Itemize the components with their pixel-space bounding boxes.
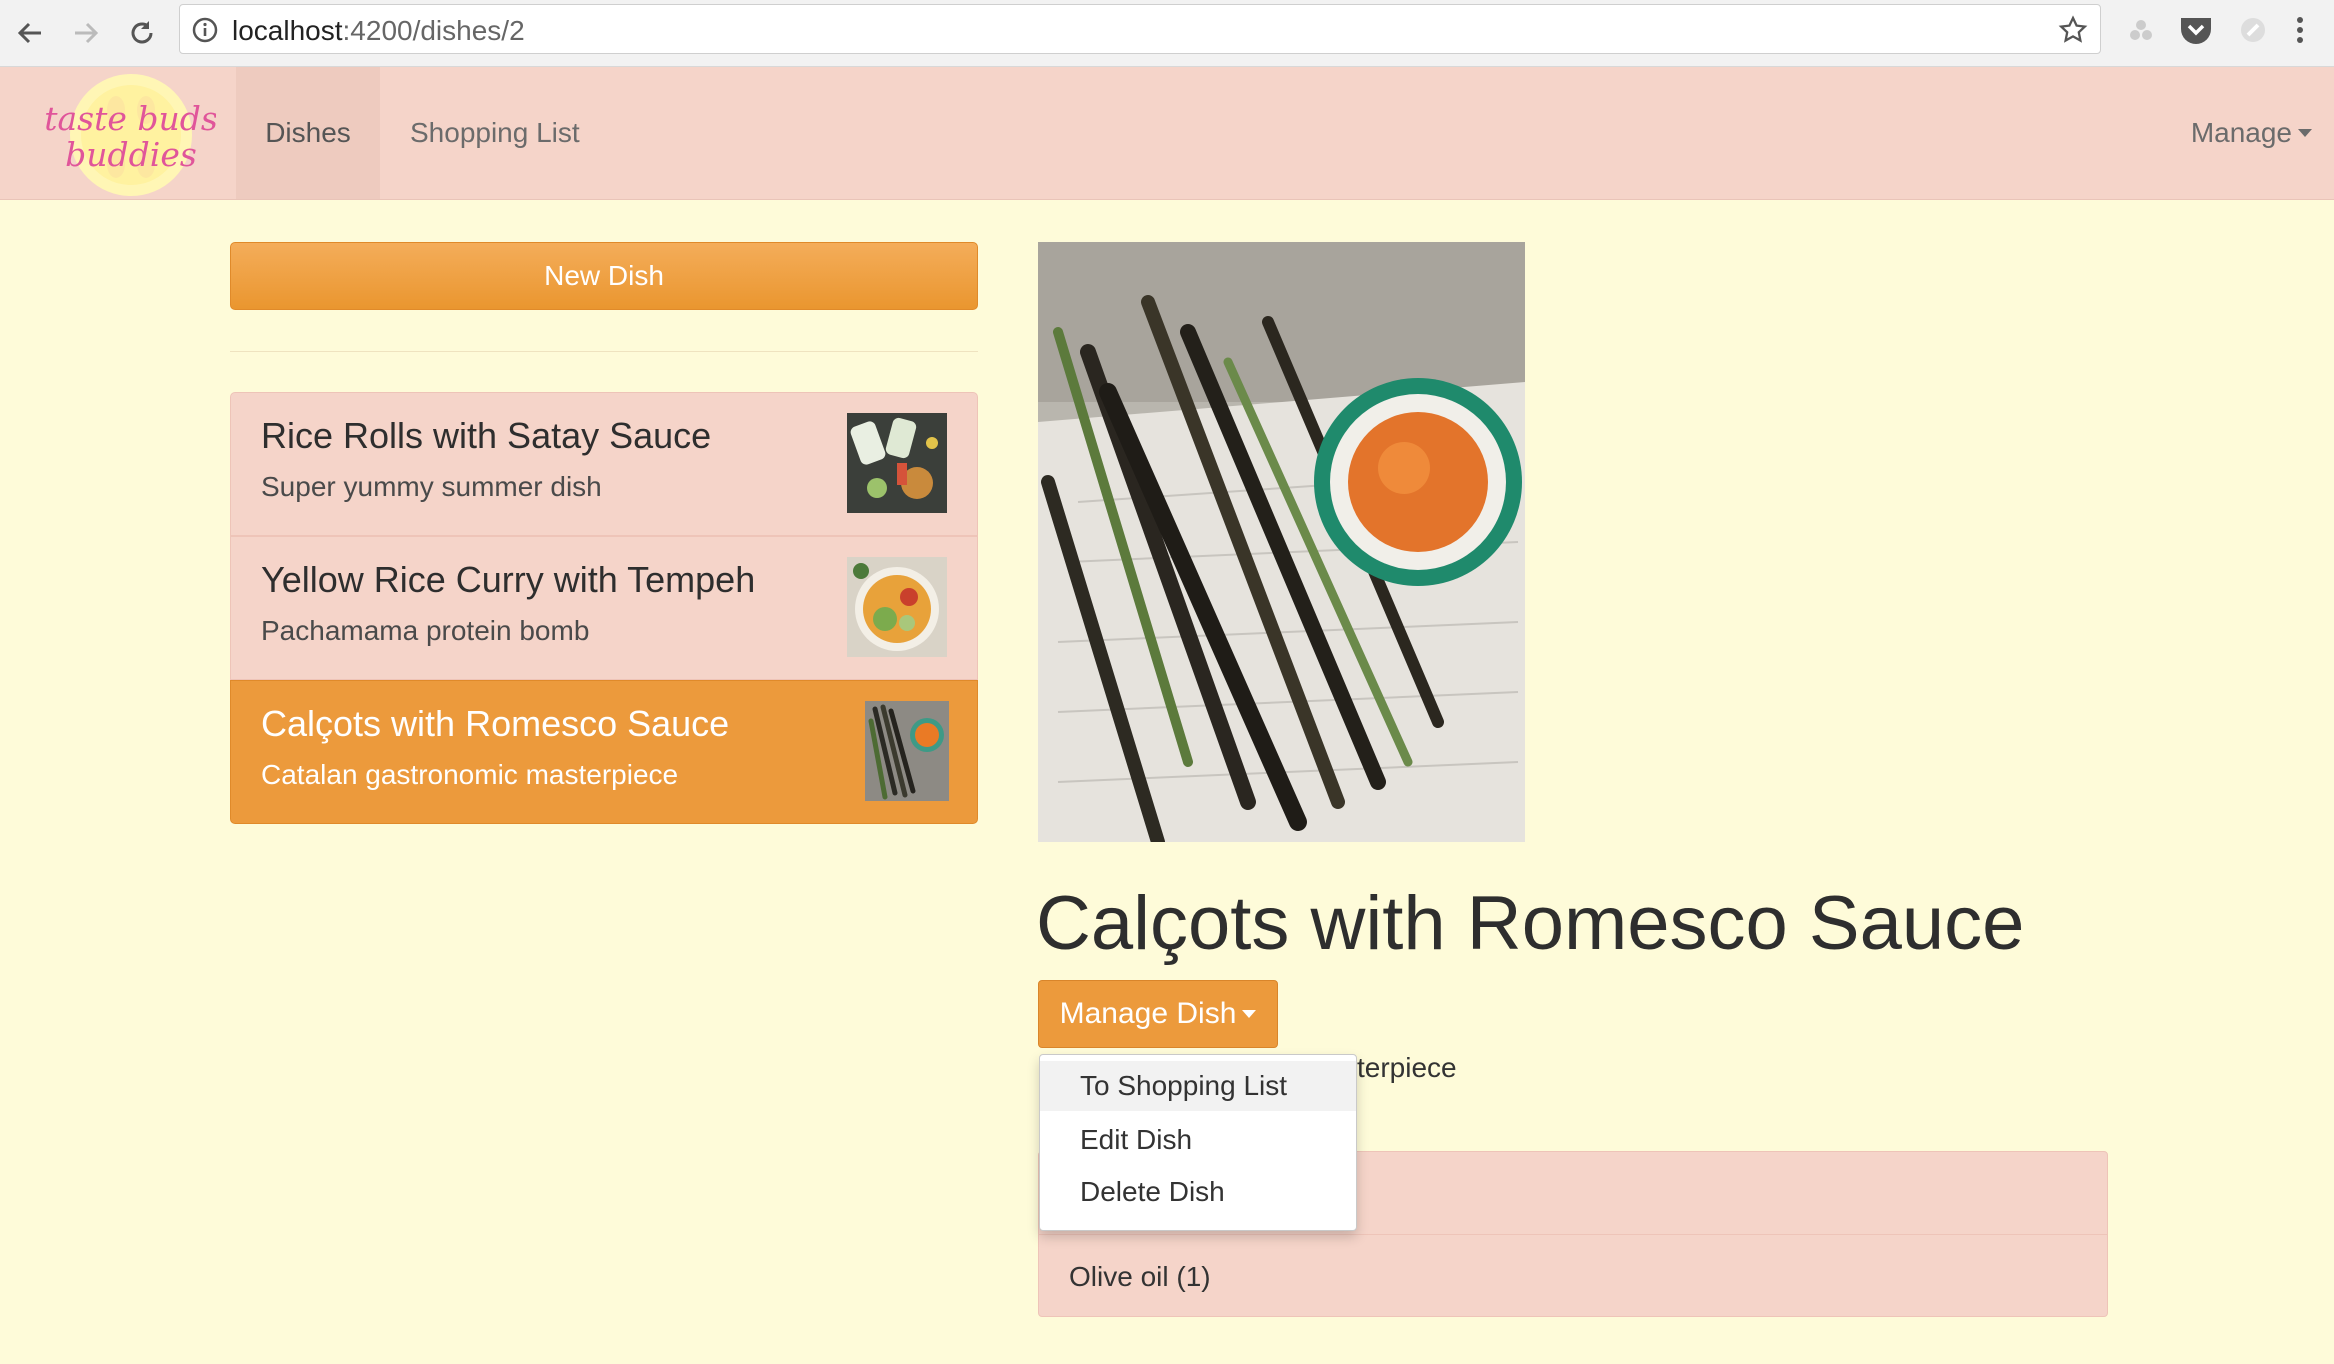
divider — [230, 351, 978, 352]
nav-tab-shopping-list[interactable]: Shopping List — [380, 67, 610, 199]
forward-icon[interactable] — [66, 13, 106, 53]
dish-description: terpiece — [1357, 1052, 1457, 1083]
manage-dish-dropdown: To Shopping List Edit Dish Delete Dish — [1039, 1054, 1357, 1231]
manage-dish-label: Manage Dish — [1059, 997, 1237, 1030]
address-bar[interactable]: localhost:4200/dishes/2 — [179, 4, 2101, 54]
caret-down-icon — [1242, 1010, 1257, 1018]
dish-list-item-rice-rolls[interactable]: Rice Rolls with Satay Sauce Super yummy … — [230, 392, 978, 536]
nav-tab-dishes[interactable]: Dishes — [236, 67, 380, 199]
dropdown-item-to-shopping-list[interactable]: To Shopping List — [1040, 1061, 1356, 1111]
dish-description: Pachamama protein bomb — [261, 615, 590, 646]
caret-down-icon — [2298, 129, 2312, 137]
dish-name: Rice Rolls with Satay Sauce — [261, 415, 712, 456]
dish-name: Calçots with Romesco Sauce — [261, 703, 730, 744]
dish-list-item-yellow-rice-curry[interactable]: Yellow Rice Curry with Tempeh Pachamama … — [230, 536, 978, 680]
svg-text:buddies: buddies — [65, 135, 197, 174]
browser-toolbar: localhost:4200/dishes/2 — [0, 0, 2334, 67]
manage-label: Manage — [2190, 117, 2292, 148]
dish-description: Catalan gastronomic masterpiece — [261, 759, 679, 790]
manage-dish-button[interactable]: Manage Dish — [1038, 980, 1278, 1048]
dish-name: Yellow Rice Curry with Tempeh — [261, 559, 756, 600]
pocket-icon[interactable] — [2178, 13, 2214, 52]
menu-kebab-icon[interactable] — [2290, 13, 2310, 52]
url-path: :4200/dishes/2 — [342, 15, 525, 46]
dish-thumbnail-image — [865, 701, 949, 801]
reload-icon[interactable] — [122, 13, 162, 53]
bookmark-star-icon[interactable] — [2058, 15, 2088, 50]
dish-title: Calçots with Romesco Sauce — [1036, 881, 2025, 966]
dish-thumbnail-image — [847, 557, 947, 657]
ingredient-divider — [1039, 1234, 2107, 1235]
dropdown-item-edit-dish[interactable]: Edit Dish — [1040, 1115, 1356, 1165]
extension-icon[interactable] — [2124, 13, 2158, 52]
back-icon[interactable] — [10, 13, 50, 53]
extension-2-icon[interactable] — [2236, 13, 2270, 52]
dish-list-item-calcots[interactable]: Calçots with Romesco Sauce Catalan gastr… — [230, 680, 978, 824]
dropdown-item-delete-dish[interactable]: Delete Dish — [1040, 1167, 1356, 1217]
url-host: localhost — [232, 15, 343, 46]
ingredient-item[interactable]: Olive oil (1) — [1069, 1261, 1211, 1293]
dish-description: Super yummy summer dish — [261, 471, 602, 502]
dish-hero-image — [1038, 242, 1525, 842]
svg-text:taste buds: taste buds — [46, 99, 216, 138]
dish-thumbnail-image — [847, 413, 947, 513]
url-text: localhost:4200/dishes/2 — [232, 15, 525, 47]
manage-menu-toggle[interactable]: Manage — [2161, 67, 2334, 199]
app-navbar: Dishes Shopping List Manage — [0, 67, 2334, 200]
new-dish-button[interactable]: New Dish — [230, 242, 978, 310]
brand-logo[interactable]: taste buds buddies — [44, 72, 218, 198]
info-icon[interactable] — [192, 17, 218, 48]
